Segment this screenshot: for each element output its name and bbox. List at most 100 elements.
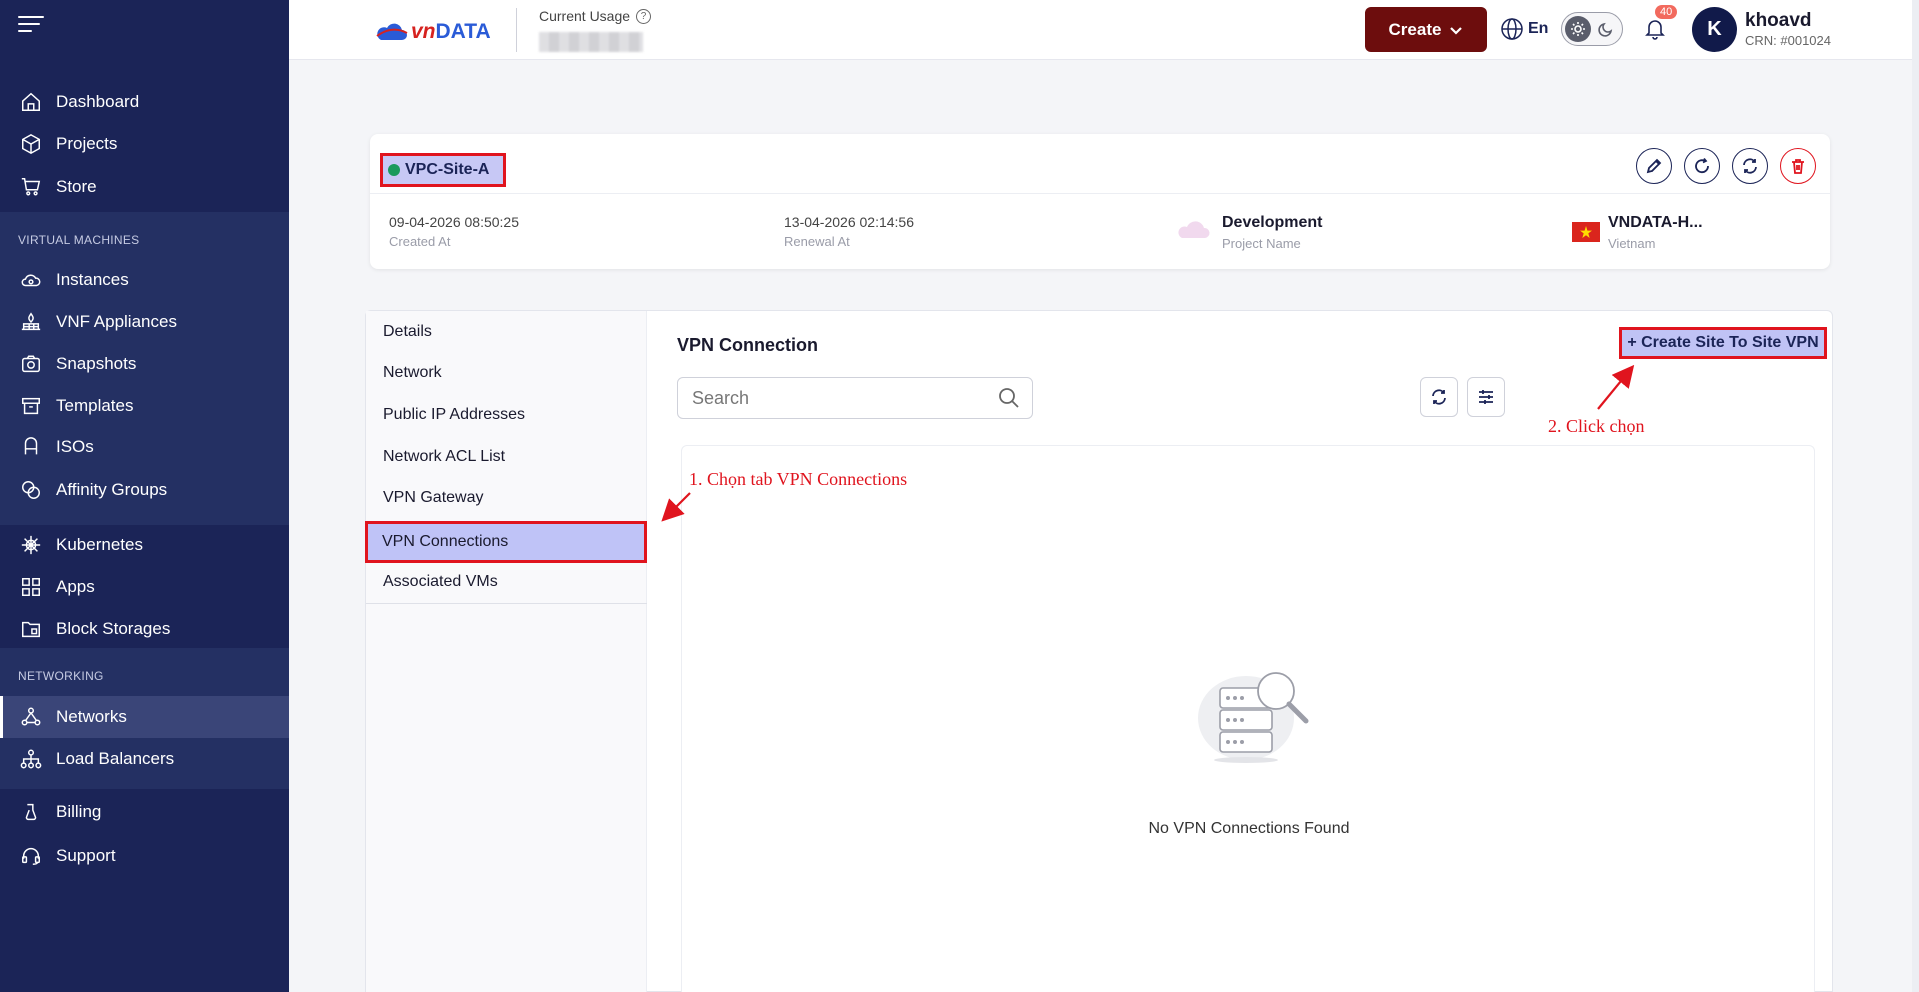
- refresh-button[interactable]: [1732, 148, 1768, 184]
- delete-button[interactable]: [1780, 148, 1816, 184]
- language-selector[interactable]: En: [1500, 17, 1548, 41]
- restart-button[interactable]: [1684, 148, 1720, 184]
- sun-icon: [1565, 16, 1591, 42]
- usage-label: Current Usage: [539, 8, 631, 24]
- sidebar-item-projects[interactable]: Projects: [0, 123, 289, 165]
- tab-details[interactable]: Details: [366, 311, 647, 353]
- refresh-list-button[interactable]: [1420, 377, 1458, 417]
- theme-toggle[interactable]: [1561, 12, 1623, 46]
- firewall-icon: [20, 311, 42, 333]
- avatar[interactable]: K: [1692, 7, 1737, 52]
- sidebar-item-templates[interactable]: Templates: [0, 385, 289, 427]
- project-name-value: Development: [1222, 214, 1323, 231]
- page-title: VPN Connection: [677, 335, 819, 355]
- vndata-logo[interactable]: vn DATA: [375, 20, 491, 44]
- disc-icon: [20, 436, 42, 458]
- empty-server-search-icon: [1198, 672, 1309, 763]
- tab-vpn-gateway[interactable]: VPN Gateway: [366, 477, 647, 519]
- sidebar-item-vnf-appliances[interactable]: VNF Appliances: [0, 301, 289, 343]
- search-input[interactable]: [692, 387, 982, 409]
- sidebar-item-label: Block Storages: [56, 619, 171, 638]
- tab-network[interactable]: Network: [366, 352, 647, 394]
- logo-text-data: DATA: [435, 20, 491, 43]
- sidebar-item-block-storages[interactable]: Block Storages: [0, 608, 289, 650]
- search-box: [677, 377, 1033, 419]
- home-icon: [20, 91, 42, 113]
- rotate-icon: [1695, 157, 1709, 174]
- divider: [366, 603, 647, 604]
- usage-value-blurred: [539, 32, 643, 52]
- sidebar-item-networks[interactable]: Networks: [0, 696, 289, 738]
- sidebar-item-label: ISOs: [56, 437, 94, 456]
- moon-icon: [1598, 21, 1614, 37]
- cloud-icon: [1178, 221, 1210, 238]
- sidebar-item-isos[interactable]: ISOs: [0, 426, 289, 468]
- project-name-label: Project Name: [1222, 236, 1301, 251]
- create-button[interactable]: Create: [1365, 7, 1487, 52]
- sidebar-item-billing[interactable]: Billing: [0, 791, 289, 833]
- divider: [516, 8, 517, 52]
- cube-icon: [20, 133, 42, 155]
- help-icon[interactable]: ?: [636, 8, 652, 24]
- sidebar-item-label: Support: [56, 846, 116, 865]
- renewal-at-label: Renewal At: [784, 234, 850, 249]
- create-button-label: Create: [1388, 19, 1442, 39]
- sliders-icon: [1479, 390, 1493, 404]
- sidebar: Dashboard Projects Store VIRTUAL MACHINE…: [0, 0, 289, 992]
- sidebar-item-label: Load Balancers: [56, 749, 175, 768]
- bell-icon[interactable]: [1643, 16, 1669, 42]
- filter-settings-button[interactable]: [1467, 377, 1505, 417]
- tab-associated-vms[interactable]: Associated VMs: [366, 561, 647, 603]
- menu-icon[interactable]: [18, 16, 44, 36]
- section-title: VIRTUAL MACHINES: [18, 233, 140, 247]
- virtual-machines-section: VIRTUAL MACHINES Instances VNF Appliance…: [0, 212, 289, 525]
- sidebar-item-label: Store: [56, 177, 97, 196]
- edit-button[interactable]: [1636, 148, 1672, 184]
- sidebar-item-label: Dashboard: [56, 92, 140, 111]
- sidebar-item-label: VNF Appliances: [56, 312, 177, 331]
- tab-vpn-connections[interactable]: VPN Connections: [365, 521, 647, 563]
- notification-badge: 40: [1655, 5, 1678, 19]
- sidebar-item-label: Billing: [56, 802, 102, 821]
- sidebar-item-snapshots[interactable]: Snapshots: [0, 343, 289, 385]
- storage-icon: [20, 618, 42, 640]
- user-name[interactable]: khoavd: [1745, 10, 1812, 32]
- cloud-cog-icon: [20, 269, 42, 291]
- vpc-name-label: VPC-Site-A: [405, 161, 490, 178]
- sidebar-item-store[interactable]: Store: [0, 166, 289, 208]
- scrollbar[interactable]: [1912, 0, 1919, 992]
- sidebar-item-apps[interactable]: Apps: [0, 566, 289, 608]
- vpc-card-header: VPC-Site-A: [370, 134, 1830, 194]
- logo-cloud-icon: [376, 23, 408, 40]
- sidebar-item-load-balancers[interactable]: Load Balancers: [0, 738, 289, 780]
- status-dot-icon: [388, 164, 400, 176]
- vpc-name: VPC-Site-A: [380, 153, 506, 187]
- billing-icon: [20, 801, 42, 823]
- renewal-at: 13-04-2026 02:14:56 Renewal At: [784, 214, 914, 249]
- sync-icon: [1743, 158, 1757, 174]
- sidebar-item-affinity-groups[interactable]: Affinity Groups: [0, 469, 289, 511]
- create-site-to-site-vpn-button[interactable]: + Create Site To Site VPN: [1619, 327, 1827, 359]
- search-icon[interactable]: [998, 387, 1020, 409]
- sidebar-item-dashboard[interactable]: Dashboard: [0, 81, 289, 123]
- detail-tabs: Details Network Public IP Addresses Netw…: [365, 311, 647, 992]
- load-balancer-icon: [20, 748, 42, 770]
- sidebar-item-label: Kubernetes: [56, 535, 143, 554]
- headset-icon: [20, 845, 42, 867]
- sidebar-item-support[interactable]: Support: [0, 835, 289, 877]
- empty-state-text: No VPN Connections Found: [1148, 820, 1350, 837]
- language-label: En: [1528, 20, 1549, 37]
- helm-icon: [20, 534, 42, 556]
- logo-text-vn: vn: [411, 20, 436, 43]
- zone: VNDATA-H... Vietnam: [1608, 214, 1703, 251]
- sidebar-item-label: Affinity Groups: [56, 480, 168, 499]
- tab-public-ip-addresses[interactable]: Public IP Addresses: [366, 394, 647, 436]
- vpn-connections-list: No VPN Connections Found: [681, 445, 1815, 992]
- sidebar-item-instances[interactable]: Instances: [0, 259, 289, 301]
- chevron-down-icon: [1450, 26, 1463, 35]
- tab-network-acl-list[interactable]: Network ACL List: [366, 436, 647, 478]
- renewal-at-value: 13-04-2026 02:14:56: [784, 214, 914, 230]
- sidebar-item-kubernetes[interactable]: Kubernetes: [0, 524, 289, 566]
- sidebar-item-label: Apps: [56, 577, 95, 596]
- sync-icon: [1432, 389, 1446, 405]
